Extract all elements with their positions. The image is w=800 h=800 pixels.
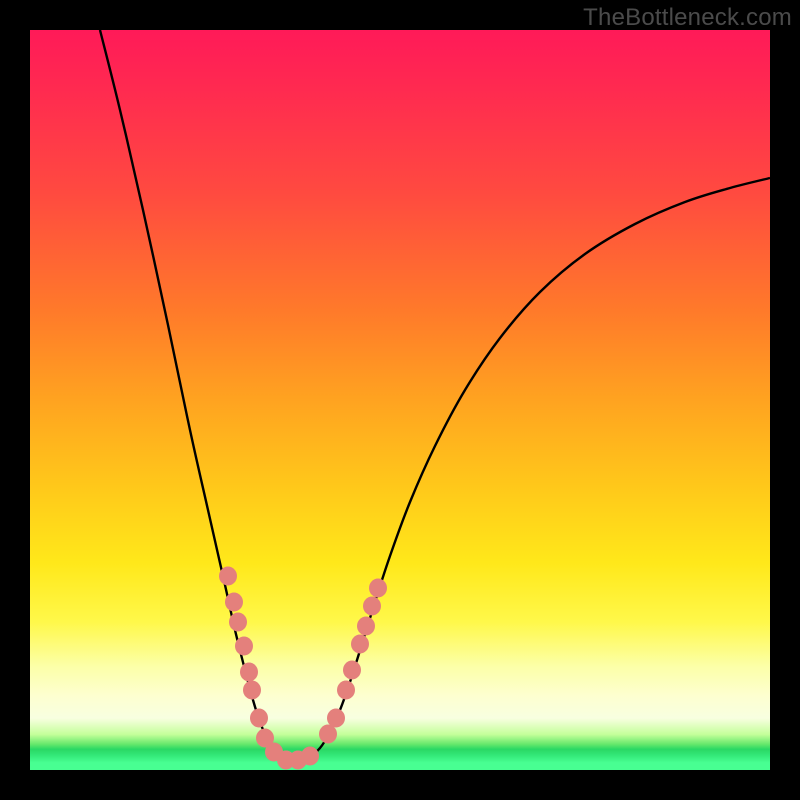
curve-marker (363, 597, 381, 616)
curve-marker (243, 681, 261, 700)
curve-left-branch (100, 30, 295, 761)
curve-marker (235, 637, 253, 656)
curve-marker (240, 663, 258, 682)
curve-marker (337, 681, 355, 700)
curve-marker (327, 709, 345, 728)
plot-area (30, 30, 770, 770)
curve-marker (225, 593, 243, 612)
curve-marker (343, 661, 361, 680)
curve-svg (30, 30, 770, 770)
curve-marker (369, 579, 387, 598)
curve-marker (229, 613, 247, 632)
curve-markers (219, 567, 387, 770)
chart-frame: TheBottleneck.com (0, 0, 800, 800)
curve-marker (357, 617, 375, 636)
curve-marker (250, 709, 268, 728)
watermark-text: TheBottleneck.com (583, 4, 792, 32)
curve-marker (319, 725, 337, 744)
curve-marker (351, 635, 369, 654)
curve-marker (301, 747, 319, 766)
curve-marker (219, 567, 237, 586)
curve-right-branch (295, 178, 770, 761)
